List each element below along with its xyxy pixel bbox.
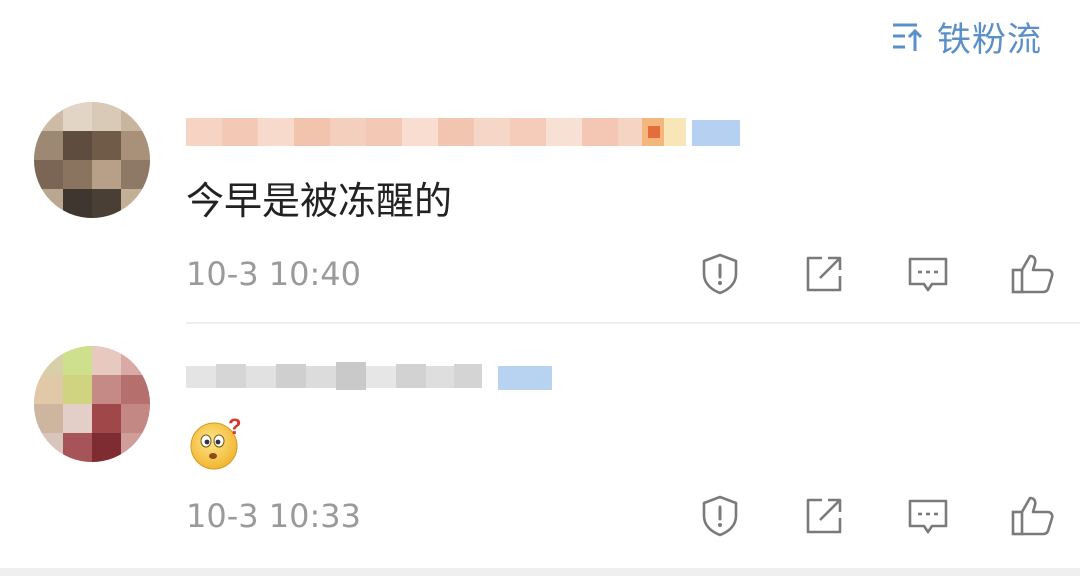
- sort-toggle[interactable]: 铁粉流: [891, 14, 1042, 60]
- share-button[interactable]: [796, 246, 852, 302]
- comment-button[interactable]: [900, 246, 956, 302]
- share-icon: [806, 498, 842, 534]
- comment-actions: [692, 488, 1060, 544]
- avatar[interactable]: [34, 102, 150, 218]
- like-icon: [1011, 496, 1054, 536]
- comment-icon: [908, 257, 948, 292]
- avatar-image: [34, 346, 150, 462]
- comment-actions: [692, 246, 1060, 302]
- username-blurred[interactable]: [186, 356, 554, 396]
- comment-divider: [186, 322, 1080, 324]
- comment-button[interactable]: [900, 488, 956, 544]
- share-icon: [806, 256, 842, 292]
- comment-icon: [908, 499, 948, 534]
- comment-timestamp: 10-3 10:40: [186, 255, 362, 293]
- report-button[interactable]: [692, 488, 748, 544]
- like-button[interactable]: [1004, 246, 1060, 302]
- avatar-image: [34, 102, 150, 218]
- confused-emoji-icon: ?: [190, 414, 241, 470]
- share-button[interactable]: [796, 488, 852, 544]
- comment-timestamp: 10-3 10:33: [186, 497, 362, 535]
- confused-emoji: ?: [188, 414, 246, 472]
- report-icon: [702, 253, 738, 295]
- sort-label: 铁粉流: [937, 19, 1042, 60]
- blurred-username: [186, 362, 552, 390]
- sort-icon: [893, 23, 923, 51]
- blurred-username: [186, 118, 740, 146]
- like-button[interactable]: [1004, 488, 1060, 544]
- bottom-separator: [0, 568, 1080, 576]
- report-button[interactable]: [692, 246, 748, 302]
- comment-text: 今早是被冻醒的: [186, 179, 453, 223]
- username-blurred[interactable]: [186, 112, 742, 152]
- like-icon: [1011, 254, 1054, 294]
- svg-text:?: ?: [228, 414, 241, 439]
- avatar[interactable]: [34, 346, 150, 462]
- report-icon: [702, 495, 738, 537]
